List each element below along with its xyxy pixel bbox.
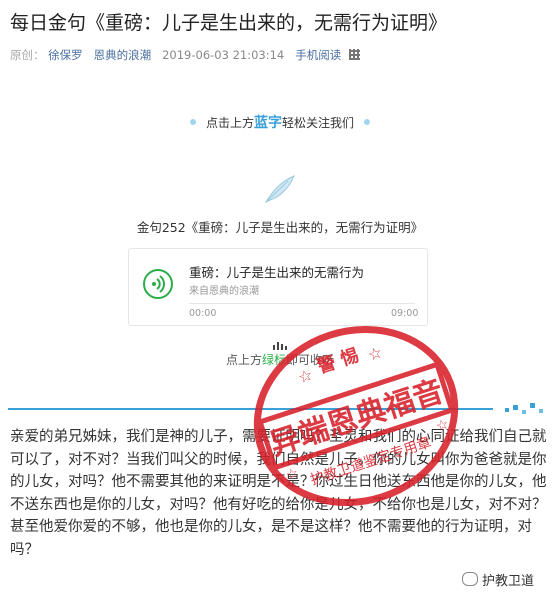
stamp-top-text: 警 惕	[315, 344, 362, 378]
decor-dot-icon	[190, 119, 197, 125]
audio-player[interactable]: 重磅：儿子是生出来的无需行为 来自恩典的浪潮 00:00 09:00	[128, 248, 428, 326]
account-link[interactable]: 恩典的浪潮	[94, 48, 152, 62]
decor-dot-icon	[363, 119, 370, 125]
watermark-text: 护教卫道	[482, 574, 535, 589]
article-meta: 原创： 徐保罗 恩典的浪潮 2019-06-03 21:03:14 手机阅读	[10, 47, 360, 63]
wechat-icon	[462, 572, 478, 586]
audio-wave-icon	[152, 275, 165, 293]
publish-date: 2019-06-03 21:03:14	[162, 48, 285, 62]
banner-text-before: 点击上方	[205, 116, 254, 130]
stamp-star-icon: ☆	[296, 365, 316, 388]
author-link[interactable]: 徐保罗	[48, 48, 83, 62]
play-button[interactable]	[143, 269, 173, 299]
seal-stamp: 警 惕 ☆ ☆ 异端恩典福音 护教卫道鉴定专用章 ☆ ☆	[253, 325, 459, 507]
qr-code-icon[interactable]	[348, 49, 360, 60]
decor-dots-icon	[505, 403, 543, 414]
original-tag: 原创：	[10, 48, 45, 62]
feather-icon	[264, 175, 295, 204]
audio-heading: 金句252《重磅：儿子是生出来的，无需行为证明》	[136, 220, 424, 235]
audio-progress-bar[interactable]	[189, 303, 415, 304]
mobile-read-link[interactable]: 手机阅读	[295, 48, 341, 62]
audio-title: 重磅：儿子是生出来的无需行为	[189, 265, 365, 280]
audio-current-time: 00:00	[189, 308, 217, 319]
banner-highlight: 蓝字	[254, 115, 282, 131]
article-title: 每日金句《重磅：儿子是生出来的，无需行为证明》	[10, 12, 448, 34]
watermark: 护教卫道	[462, 570, 534, 589]
banner-text-after: 轻松关注我们	[282, 116, 355, 130]
audio-source: 来自恩典的浪潮	[189, 286, 259, 297]
follow-banner[interactable]: 点击上方蓝字轻松关注我们	[0, 112, 560, 132]
stamp-star-icon: ☆	[365, 342, 385, 365]
